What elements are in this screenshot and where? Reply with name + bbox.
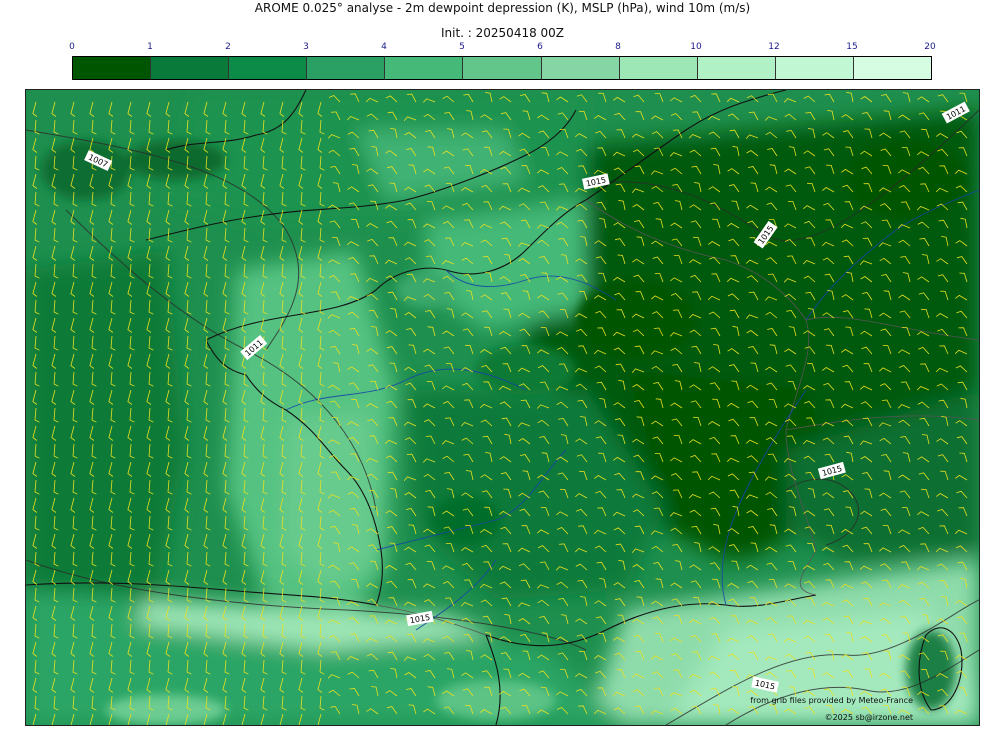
colorbar-swatch bbox=[307, 57, 386, 79]
colorbar-tick: 6 bbox=[537, 42, 543, 52]
colorbar-tick: 0 bbox=[69, 42, 75, 52]
colorbar-tick: 15 bbox=[846, 42, 858, 52]
colorbar-swatch bbox=[151, 57, 230, 79]
colorbar-tick: 2 bbox=[225, 42, 231, 52]
colorbar-swatch bbox=[229, 57, 308, 79]
colorbar-tick: 1 bbox=[147, 42, 153, 52]
colorbar-tick: 4 bbox=[381, 42, 387, 52]
colorbar-swatch bbox=[697, 57, 776, 79]
colorbar-tick-labels: 0 1 2 3 4 5 6 8 10 12 15 20 bbox=[69, 41, 936, 53]
colorbar-swatch bbox=[853, 57, 932, 79]
colorbar-tick: 10 bbox=[690, 42, 702, 52]
chart-title: AROME 0.025° analyse - 2m dewpoint depre… bbox=[254, 1, 751, 15]
weather-map[interactable]: 1007 1011 1011 1015 1015 1015 1015 1015 bbox=[25, 89, 980, 726]
map-canvas: 1007 1011 1011 1015 1015 1015 1015 1015 bbox=[26, 90, 979, 725]
colorbar-swatch bbox=[541, 57, 620, 79]
colorbar-swatch bbox=[385, 57, 464, 79]
colorbar-swatch bbox=[775, 57, 854, 79]
copyright-credit: ©2025 sb@irzone.net bbox=[824, 713, 913, 722]
colorbar-tick: 5 bbox=[459, 42, 465, 52]
data-source-credit: from grib files provided by Meteo-France bbox=[750, 696, 913, 705]
colorbar-tick: 20 bbox=[924, 42, 936, 52]
colorbar-tick: 12 bbox=[768, 42, 780, 52]
colorbar-tick: 8 bbox=[615, 42, 621, 52]
colorbar bbox=[72, 56, 932, 80]
colorbar-swatch bbox=[619, 57, 698, 79]
init-time: Init. : 20250418 00Z bbox=[440, 26, 565, 40]
colorbar-swatch bbox=[463, 57, 542, 79]
colorbar-swatch bbox=[73, 57, 152, 79]
colorbar-tick: 3 bbox=[303, 42, 309, 52]
